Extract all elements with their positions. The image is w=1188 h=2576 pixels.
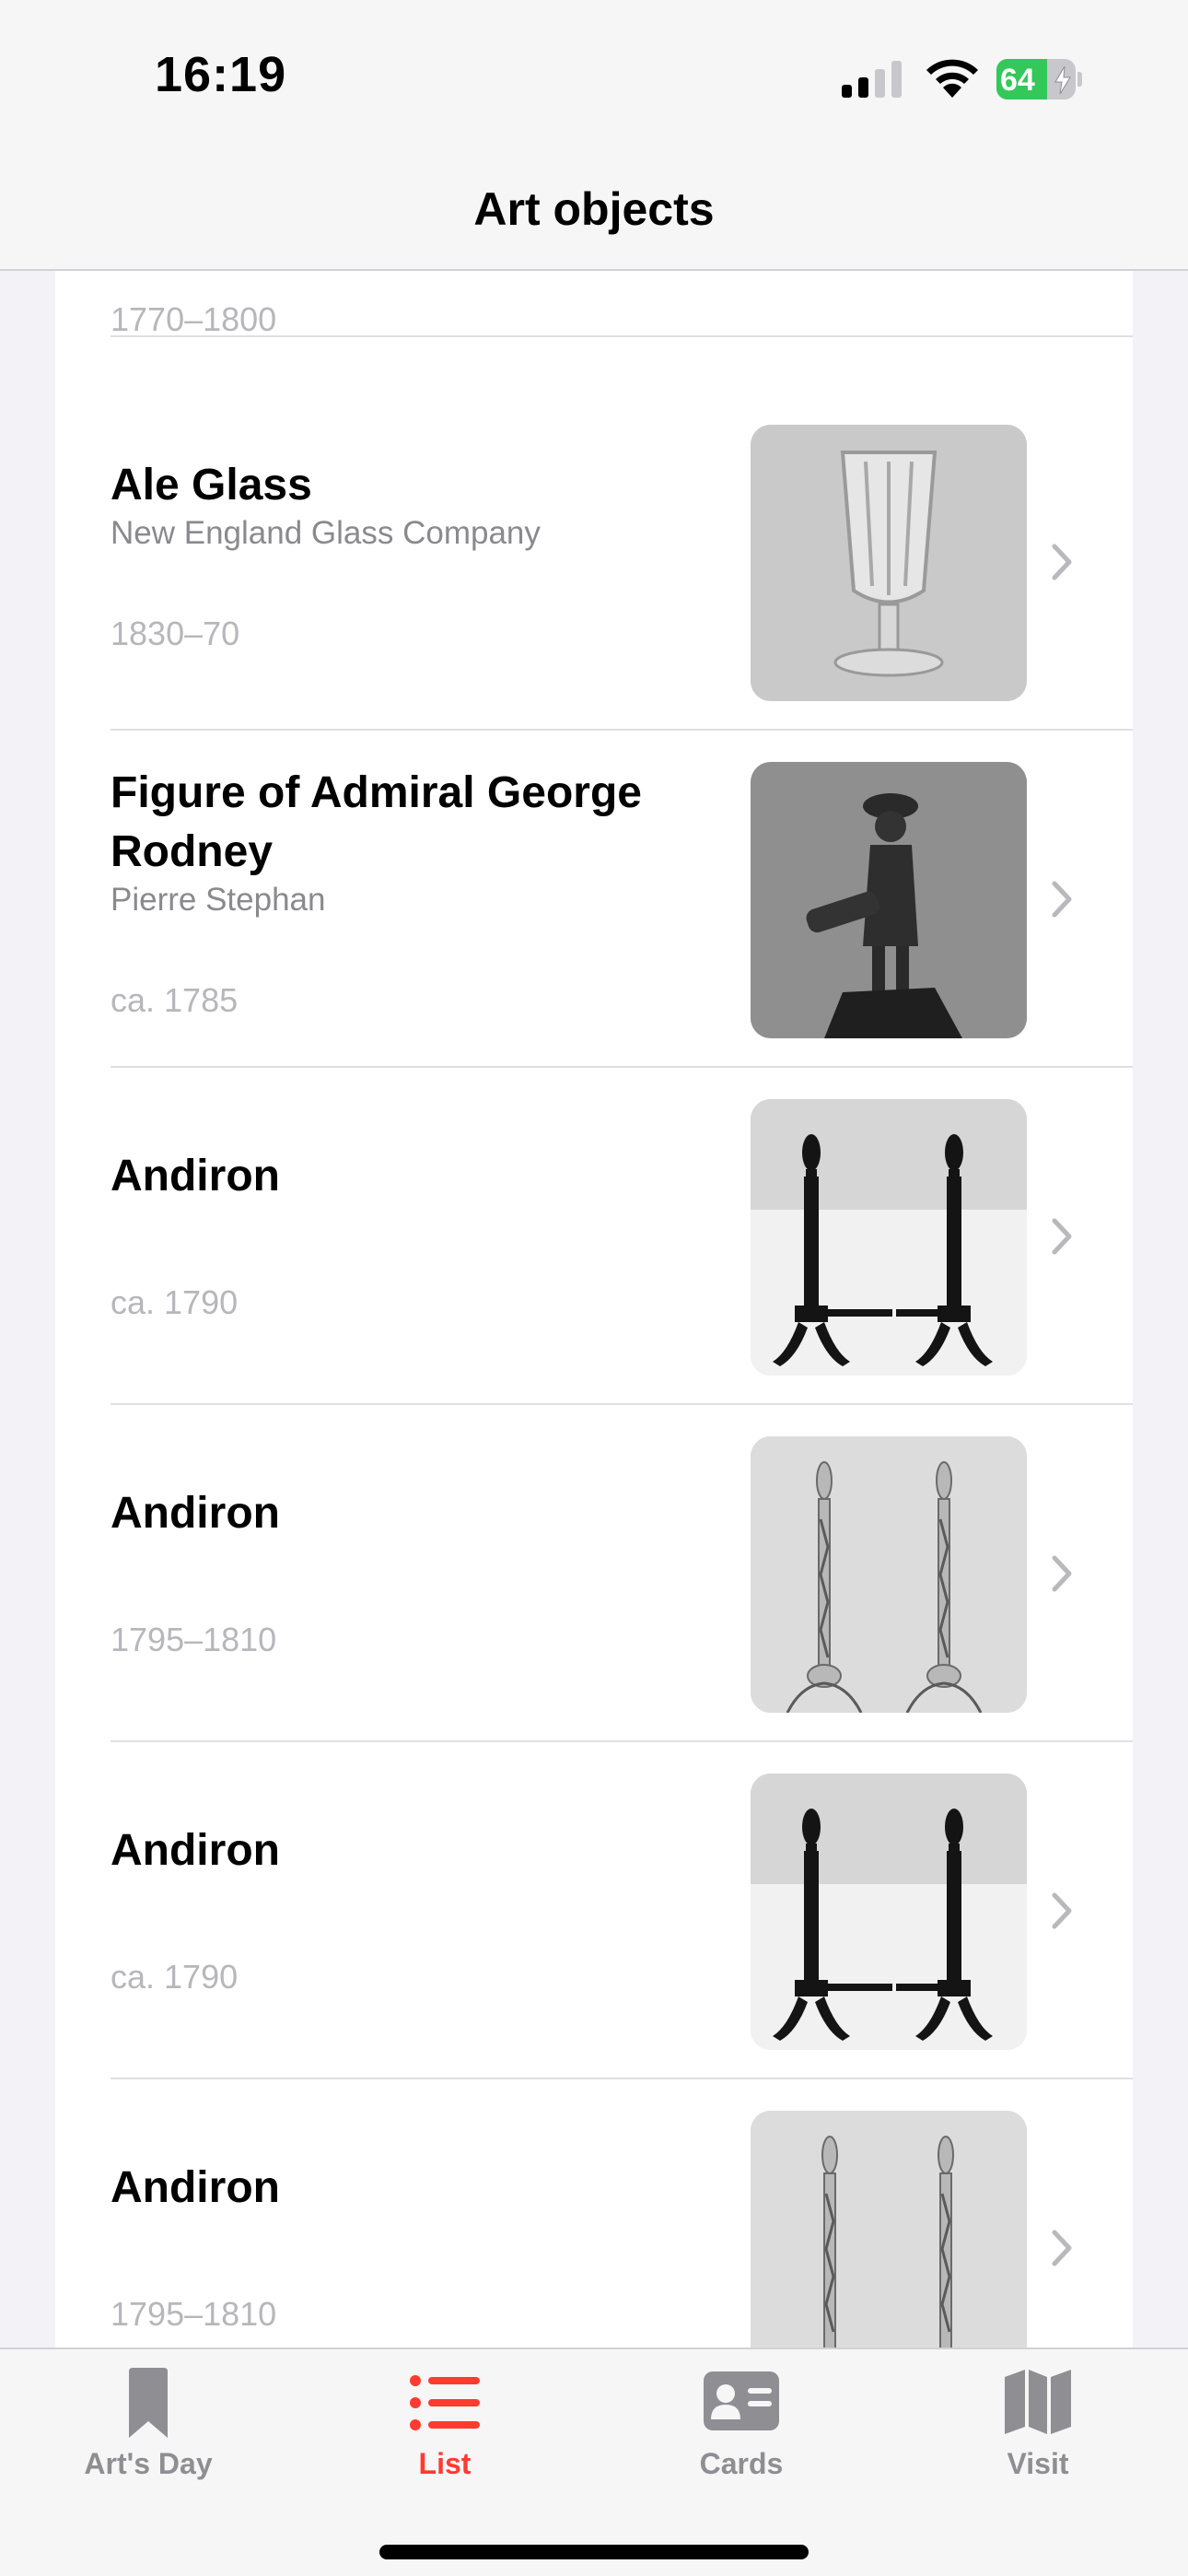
item-date: 1795–1810 (111, 1621, 277, 1658)
tab-label: List (418, 2447, 472, 2480)
ale-glass-photo (751, 425, 1027, 701)
list-item[interactable]: 1770–1800 (55, 271, 1133, 338)
battery-level: 64 (1000, 63, 1035, 98)
item-title: Ale Glass (111, 461, 312, 509)
item-date: ca. 1790 (111, 1958, 239, 1996)
list-item[interactable]: Andiron 1795–1810 (55, 1405, 1133, 1742)
item-artist: Pierre Stephan (111, 882, 326, 918)
status-time: 16:19 (155, 47, 287, 102)
item-date: 1830–70 (111, 615, 240, 652)
admiral-figure-photo (751, 762, 1027, 1038)
item-date: 1795–1810 (111, 2295, 277, 2333)
list-item[interactable]: Ale Glass New England Glass Company 1830… (55, 393, 1133, 731)
wifi-icon (926, 59, 978, 98)
chevron-right-icon (1052, 881, 1072, 918)
list-item[interactable]: Andiron 1795–1810 (55, 2079, 1133, 2348)
tab-arts-day[interactable]: Art's Day (0, 2349, 297, 2515)
list-icon (410, 2375, 480, 2430)
item-title: Andiron (111, 2163, 280, 2212)
navigation-bar: Art objects (0, 157, 1188, 271)
item-title: Andiron (111, 1152, 280, 1200)
item-title: Andiron (111, 1489, 280, 1538)
item-date: 1770–1800 (111, 300, 277, 338)
battery-indicator: 64 (996, 59, 1082, 100)
tab-label: Art's Day (84, 2447, 213, 2480)
andirons-brass-photo (751, 2111, 1027, 2348)
battery-cap (1077, 72, 1082, 87)
app-screen: 16:19 64 Art objects 1770–1800 Ale Glass… (0, 0, 1188, 2576)
item-date: ca. 1785 (111, 981, 239, 1019)
charging-bolt-icon (1054, 66, 1071, 94)
chevron-right-icon (1052, 2230, 1072, 2266)
item-title: Figure of Admiral George Rodney (111, 768, 642, 876)
tab-visit[interactable]: Visit (890, 2349, 1186, 2515)
contact-card-icon (704, 2371, 779, 2430)
item-date: ca. 1790 (111, 1283, 239, 1321)
chevron-right-icon (1052, 1555, 1072, 1592)
art-objects-list[interactable]: 1770–1800 Ale Glass New England Glass Co… (0, 271, 1188, 2348)
tab-label: Cards (699, 2447, 784, 2480)
chevron-right-icon (1052, 1218, 1072, 1255)
tab-list[interactable]: List (297, 2349, 593, 2515)
status-bar: 16:19 64 (0, 0, 1188, 157)
bookmark-icon (129, 2368, 168, 2438)
map-icon (1005, 2370, 1071, 2434)
tab-label: Visit (1007, 2447, 1069, 2480)
cellular-signal-icon (842, 61, 902, 98)
list-item[interactable]: Andiron ca. 1790 (55, 1742, 1133, 2079)
list-item[interactable]: Figure of Admiral George Rodney Pierre S… (55, 731, 1133, 1068)
list-item[interactable]: Andiron ca. 1790 (55, 1068, 1133, 1405)
andirons-dark-photo (751, 1774, 1027, 2050)
chevron-right-icon (1052, 544, 1072, 580)
home-indicator[interactable] (379, 2545, 809, 2559)
andirons-dark-photo (751, 1099, 1027, 1376)
list-panel: 1770–1800 Ale Glass New England Glass Co… (55, 271, 1133, 2348)
tab-bar: Art's Day List Cards Visit (0, 2348, 1188, 2576)
chevron-right-icon (1052, 1892, 1072, 1929)
andirons-brass-photo (751, 1436, 1027, 1713)
row-divider (111, 335, 1133, 337)
item-artist: New England Glass Company (111, 515, 541, 551)
item-title: Andiron (111, 1826, 280, 1875)
tab-cards[interactable]: Cards (593, 2349, 890, 2515)
page-title: Art objects (473, 183, 715, 235)
